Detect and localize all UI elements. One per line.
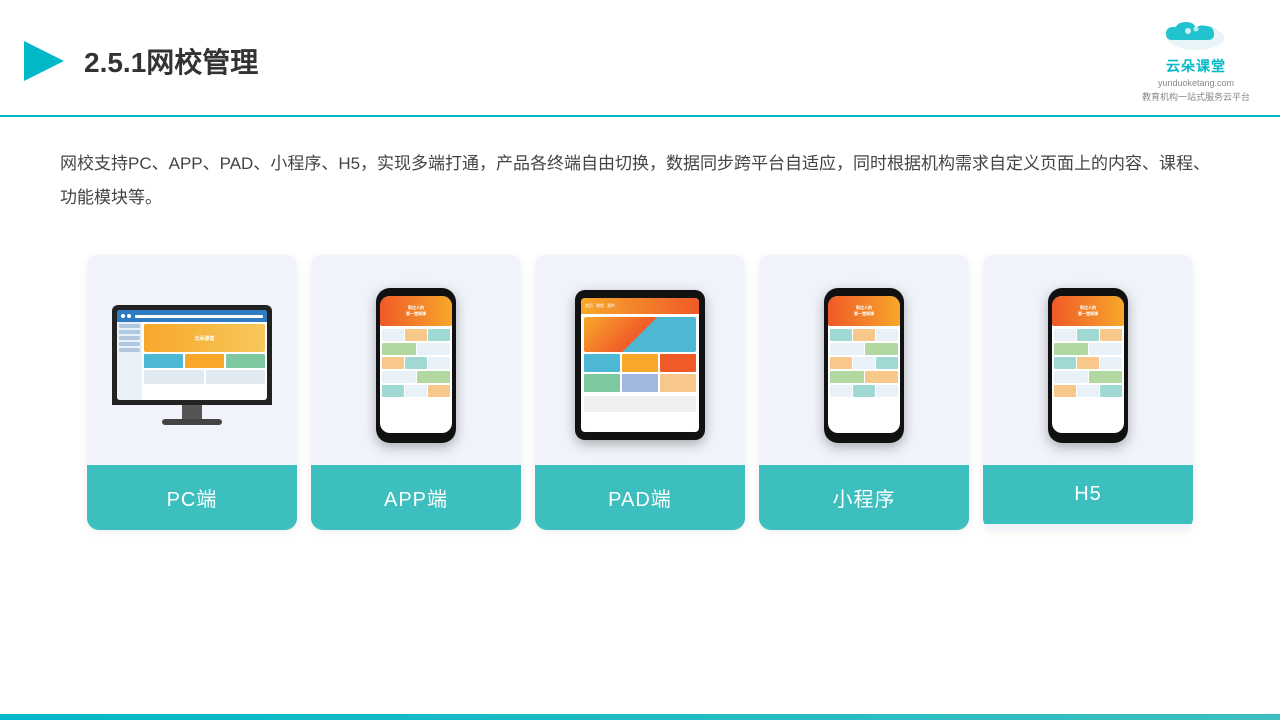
logo-area: 云朵课堂 yunduoketang.com 教育机构一站式服务云平台 [1142,18,1250,103]
pad-frame: 首页 课程 我的 [575,290,705,440]
header: 2.5.1网校管理 云朵课堂 yunduoketang.com 教育机构一站式服… [0,0,1280,117]
h5-device: 职达人的第一堂网课 [1048,288,1128,443]
app-device: 职达人的第一堂网课 [376,288,456,443]
miniapp-frame: 职达人的第一堂网课 [824,288,904,443]
card-miniapp-label: 小程序 [759,465,969,530]
h5-image-area: 职达人的第一堂网课 [983,255,1193,465]
app-screen: 职达人的第一堂网课 [380,296,452,433]
miniapp-screen: 职达人的第一堂网课 [828,296,900,433]
app-image-area: 职达人的第一堂网课 [311,255,521,465]
card-h5: 职达人的第一堂网课 [983,255,1193,530]
pad-device: 首页 课程 我的 [575,290,705,440]
pc-device: 云朵课堂 [112,305,272,425]
bottom-accent [0,714,1280,720]
pc-image-area: 云朵课堂 [87,255,297,465]
card-pc-label: PC端 [87,465,297,530]
pad-image-area: 首页 课程 我的 [535,255,745,465]
logo-brand: 云朵课堂 [1166,56,1226,76]
miniapp-image-area: 职达人的第一堂网课 [759,255,969,465]
h5-screen: 职达人的第一堂网课 [1052,296,1124,433]
card-pad-label: PAD端 [535,465,745,530]
pad-screen: 首页 课程 我的 [581,298,699,432]
h5-frame: 职达人的第一堂网课 [1048,288,1128,443]
logo-icon [1156,18,1236,54]
miniapp-device: 职达人的第一堂网课 [824,288,904,443]
card-h5-label: H5 [983,465,1193,524]
play-icon [20,37,68,85]
card-app: 职达人的第一堂网课 [311,255,521,530]
pc-monitor: 云朵课堂 [112,305,272,405]
pc-screen: 云朵课堂 [117,310,267,400]
logo-tagline: 教育机构一站式服务云平台 [1142,90,1250,103]
card-pad: 首页 课程 我的 [535,255,745,530]
card-app-label: APP端 [311,465,521,530]
header-left: 2.5.1网校管理 [20,37,258,85]
description: 网校支持PC、APP、PAD、小程序、H5，实现多端打通，产品各终端自由切换，数… [0,117,1280,225]
card-miniapp: 职达人的第一堂网课 [759,255,969,530]
cards-container: 云朵课堂 [0,235,1280,550]
page-title: 2.5.1网校管理 [84,41,258,81]
card-pc: 云朵课堂 [87,255,297,530]
logo-domain: yunduoketang.com [1158,78,1234,88]
app-frame: 职达人的第一堂网课 [376,288,456,443]
